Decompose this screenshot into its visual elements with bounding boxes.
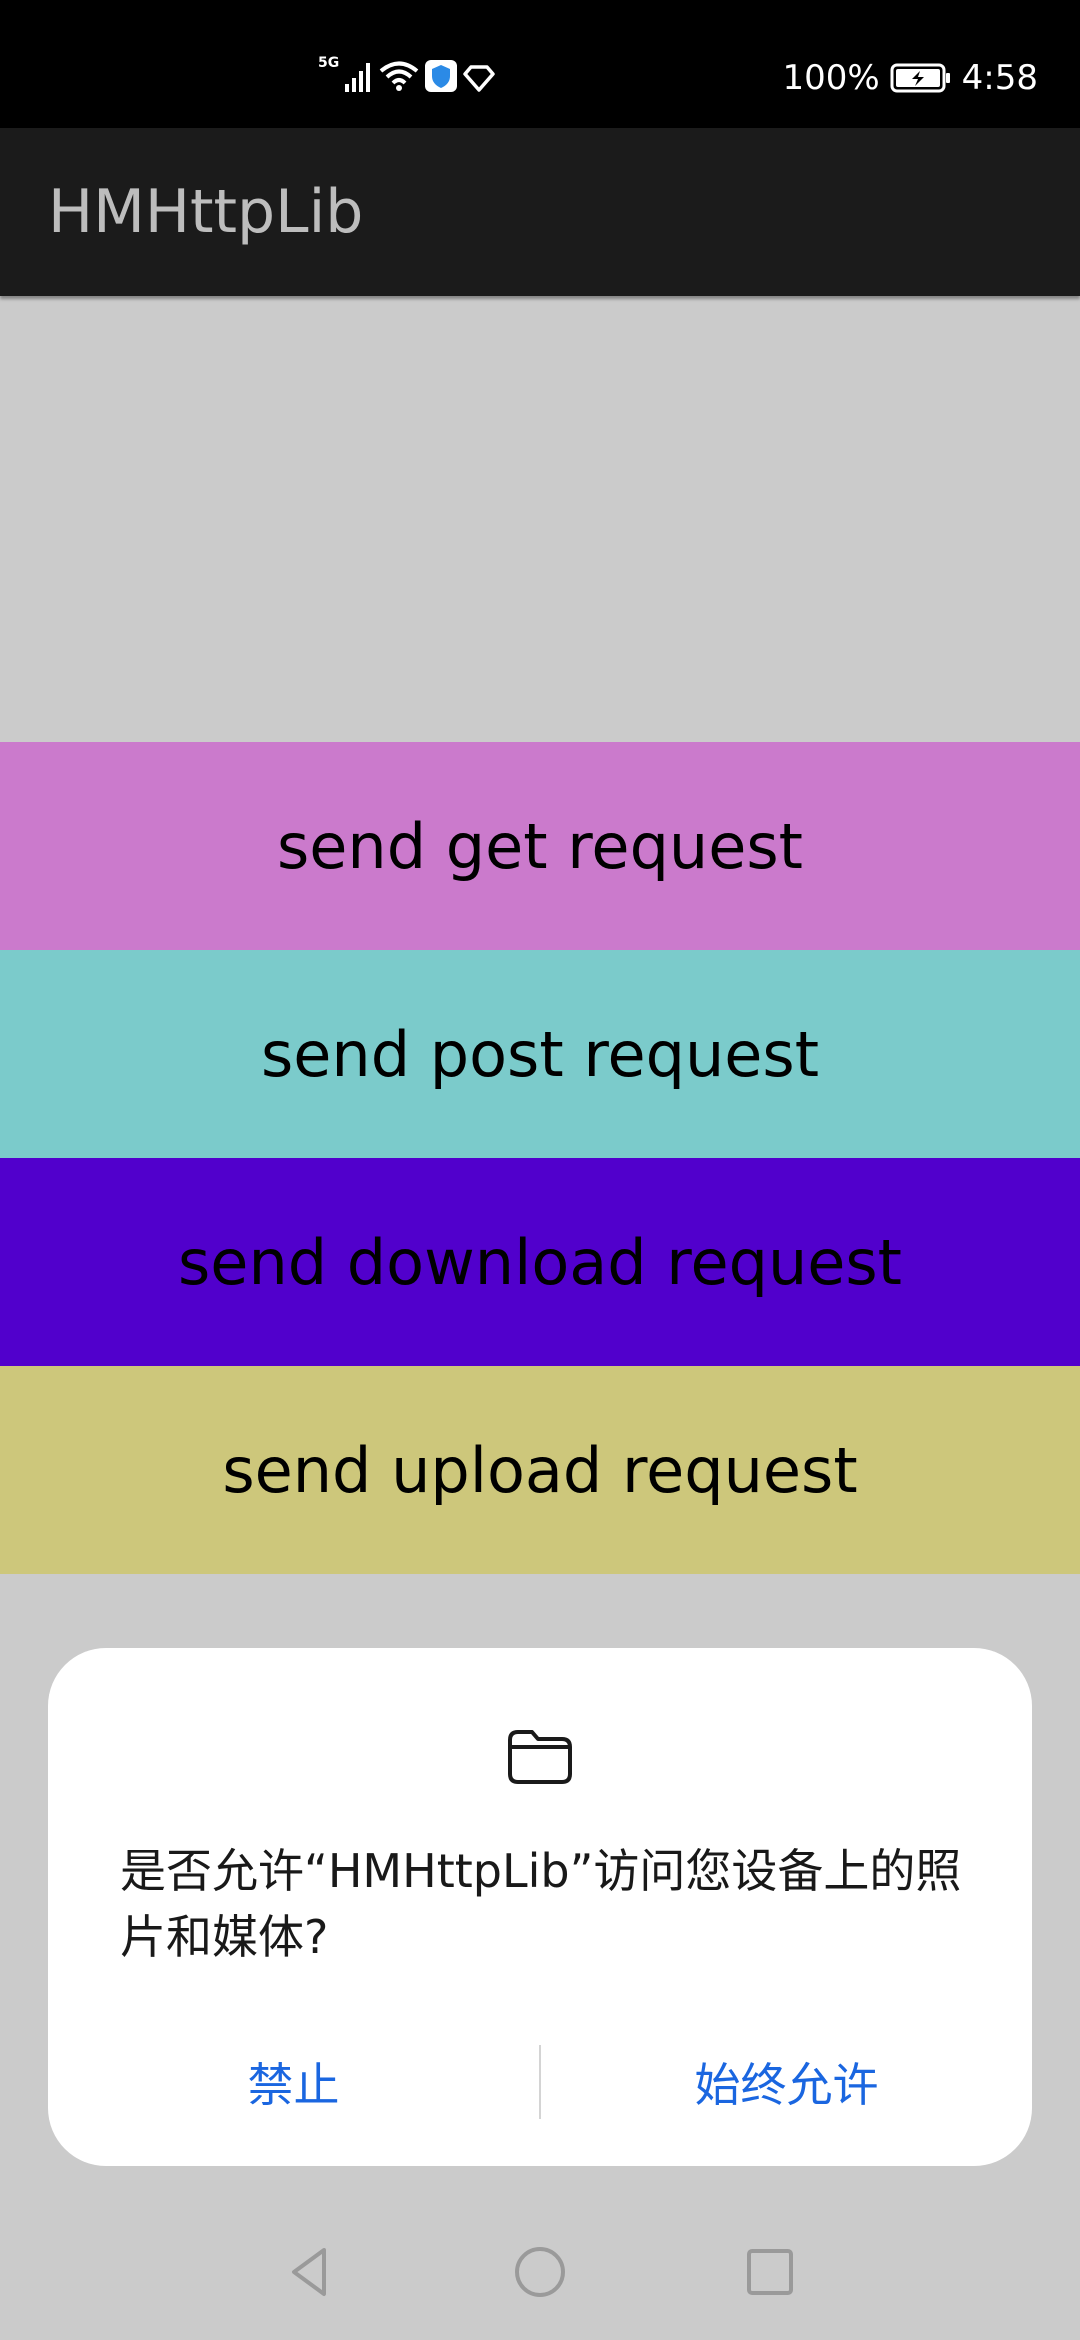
send-download-request-button[interactable]: send download request bbox=[0, 1158, 1080, 1366]
home-icon[interactable] bbox=[510, 2242, 570, 2302]
status-bar: 5G 100% 4:58 bbox=[0, 0, 1080, 128]
shield-icon bbox=[425, 60, 458, 92]
send-get-request-button[interactable]: send get request bbox=[0, 742, 1080, 950]
battery-percent: 100% bbox=[782, 58, 880, 98]
status-icons-left: 5G bbox=[318, 56, 495, 92]
dialog-message: 是否允许“HMHttpLib”访问您设备上的照片和媒体? bbox=[120, 1844, 962, 1964]
app-bar: HMHttpLib bbox=[0, 128, 1080, 296]
send-post-request-button[interactable]: send post request bbox=[0, 950, 1080, 1158]
permission-dialog: 是否允许“HMHttpLib”访问您设备上的照片和媒体? 禁止 始终允许 bbox=[48, 1648, 1032, 2166]
button-label: send post request bbox=[260, 1017, 820, 1091]
dialog-actions: 禁止 始终允许 bbox=[48, 2040, 1032, 2124]
clock: 4:58 bbox=[961, 58, 1038, 98]
always-allow-button[interactable]: 始终允许 bbox=[541, 2049, 1032, 2115]
battery-charging-icon bbox=[890, 63, 950, 93]
diamond-icon bbox=[463, 65, 495, 92]
button-label: send download request bbox=[178, 1225, 902, 1299]
status-icons-right: 100% 4:58 bbox=[782, 58, 1038, 98]
signal-icon bbox=[345, 63, 371, 92]
app-title: HMHttpLib bbox=[48, 177, 364, 247]
navigation-bar bbox=[0, 2220, 1080, 2340]
folder-icon bbox=[508, 1730, 572, 1784]
send-upload-request-button[interactable]: send upload request bbox=[0, 1366, 1080, 1574]
network-type-label: 5G bbox=[318, 55, 340, 71]
recents-icon[interactable] bbox=[740, 2242, 800, 2302]
button-label: send get request bbox=[276, 809, 803, 883]
button-label: send upload request bbox=[222, 1433, 858, 1507]
wifi-icon bbox=[379, 61, 419, 91]
deny-button[interactable]: 禁止 bbox=[48, 2049, 539, 2115]
back-icon[interactable] bbox=[280, 2242, 340, 2302]
